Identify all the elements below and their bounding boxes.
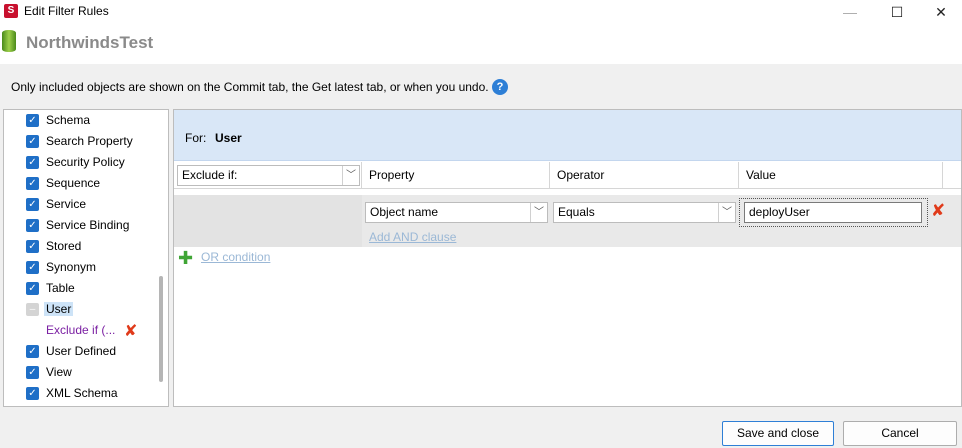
condition-row: Object name ﹀ Equals ﹀ deployUser ✘ Add … — [174, 195, 961, 247]
checkbox-checked-icon[interactable]: ✓ — [26, 135, 39, 148]
checkbox-checked-icon[interactable]: ✓ — [26, 387, 39, 400]
tree-item-label: Synonym — [46, 260, 97, 274]
tree-item-service-binding[interactable]: ✓ Service Binding — [4, 215, 164, 236]
checkbox-checked-icon[interactable]: ✓ — [26, 345, 39, 358]
add-and-clause-link[interactable]: Add AND clause — [369, 230, 456, 244]
window-title: Edit Filter Rules — [24, 4, 109, 18]
chevron-down-icon[interactable]: ﹀ — [530, 203, 547, 222]
save-and-close-button[interactable]: Save and close — [722, 421, 834, 446]
checkbox-checked-icon[interactable]: ✓ — [26, 198, 39, 211]
checkbox-checked-icon[interactable]: ✓ — [26, 282, 39, 295]
checkbox-checked-icon[interactable]: ✓ — [26, 114, 39, 127]
property-dropdown[interactable]: Object name ﹀ — [365, 202, 548, 223]
close-icon[interactable]: ✕ — [918, 0, 962, 24]
rule-type-dropdown[interactable]: Exclude if: ﹀ — [177, 165, 360, 186]
tree-item-table[interactable]: ✓ Table — [4, 278, 164, 299]
tree-item-label: User Defined — [46, 344, 117, 358]
cancel-button[interactable]: Cancel — [843, 421, 957, 446]
tree-item-stored[interactable]: ✓ Stored — [4, 236, 164, 257]
checkbox-checked-icon[interactable]: ✓ — [26, 240, 39, 253]
chevron-down-icon[interactable]: ﹀ — [342, 166, 359, 185]
tree-item-label: Table — [46, 281, 75, 295]
database-header: NorthwindsTest — [0, 24, 962, 64]
tree-scrollbar-thumb[interactable] — [159, 276, 163, 382]
tree-item-label: Sequence — [46, 176, 101, 190]
maximize-icon[interactable]: ☐ — [874, 0, 920, 24]
tree-item-security-policy[interactable]: ✓ Security Policy — [4, 152, 164, 173]
tree-item-search-property[interactable]: ✓ Search Property — [4, 131, 164, 152]
checkbox-partial-icon[interactable]: – — [26, 303, 39, 316]
tree-item-label: Service — [46, 197, 87, 211]
tree-item-label: Search Property — [46, 134, 133, 148]
tree-item-service[interactable]: ✓ Service — [4, 194, 164, 215]
column-header-operator: Operator — [550, 162, 739, 189]
tree-item-label: View — [46, 365, 72, 379]
title-bar: S Edit Filter Rules — ☐ ✕ — [0, 0, 962, 24]
database-name: NorthwindsTest — [26, 33, 154, 52]
delete-condition-icon[interactable]: ✘ — [931, 201, 945, 221]
rule-header-row: Exclude if: ﹀ Property Operator Value — [174, 162, 961, 189]
for-label: For: — [185, 131, 207, 145]
condition-left-cell — [174, 195, 362, 247]
object-type-tree: ✓ Schema ✓ Search Property ✓ Security Po… — [3, 109, 169, 407]
for-bar: For: User — [174, 110, 961, 161]
tree-item-label: User — [44, 302, 74, 316]
tree-item-label: Stored — [46, 239, 82, 253]
checkbox-checked-icon[interactable]: ✓ — [26, 156, 39, 169]
column-header-property: Property — [362, 162, 550, 189]
checkbox-checked-icon[interactable]: ✓ — [26, 177, 39, 190]
chevron-down-icon[interactable]: ﹀ — [718, 203, 735, 222]
operator-dropdown[interactable]: Equals ﹀ — [553, 202, 736, 223]
checkbox-checked-icon[interactable]: ✓ — [26, 366, 39, 379]
rule-label[interactable]: Exclude if (... — [46, 323, 115, 337]
help-icon[interactable]: ? — [492, 79, 508, 95]
tree-item-user[interactable]: – User — [4, 299, 164, 320]
tree-item-label: Service Binding — [46, 218, 130, 232]
for-value: User — [215, 131, 242, 145]
checkbox-checked-icon[interactable]: ✓ — [26, 219, 39, 232]
rule-type-value: Exclude if: — [182, 168, 238, 182]
app-logo-icon: S — [4, 4, 18, 18]
column-header-value: Value — [739, 162, 943, 189]
value-input[interactable]: deployUser — [744, 202, 922, 223]
tree-item-xml-schema[interactable]: ✓ XML Schema — [4, 383, 164, 404]
tree-item-user-defined[interactable]: ✓ User Defined — [4, 341, 164, 362]
tree-item-label: Security Policy — [46, 155, 125, 169]
or-condition-link[interactable]: OR condition — [201, 250, 270, 264]
tree-item-label: Schema — [46, 113, 91, 127]
tree-item-label: XML Schema — [46, 386, 118, 400]
operator-value: Equals — [558, 205, 595, 219]
database-icon — [2, 30, 16, 52]
rule-editor-panel: For: User Exclude if: ﹀ Property Operato… — [173, 109, 962, 407]
tree-item-view[interactable]: ✓ View — [4, 362, 164, 383]
tree-item-rule[interactable]: Exclude if (... ✘ — [4, 320, 164, 341]
delete-rule-icon[interactable]: ✘ — [124, 321, 137, 341]
tree-item-sequence[interactable]: ✓ Sequence — [4, 173, 164, 194]
minimize-icon[interactable]: — — [827, 0, 873, 24]
checkbox-checked-icon[interactable]: ✓ — [26, 261, 39, 274]
tree-item-schema[interactable]: ✓ Schema — [4, 110, 164, 131]
plus-icon[interactable]: ✚ — [178, 249, 193, 267]
property-value: Object name — [370, 205, 439, 219]
tree-item-synonym[interactable]: ✓ Synonym — [4, 257, 164, 278]
info-text: Only included objects are shown on the C… — [11, 80, 489, 94]
